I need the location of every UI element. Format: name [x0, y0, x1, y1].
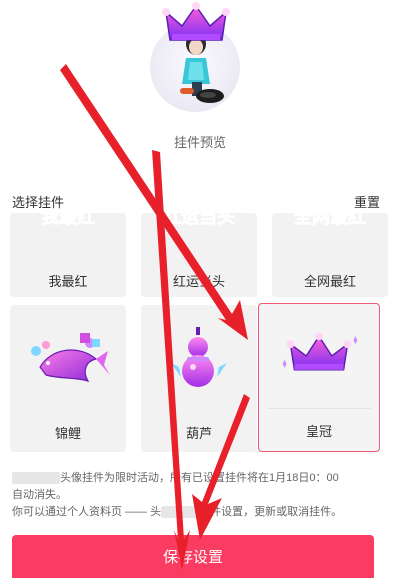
section-title: 选择挂件 [12, 195, 65, 210]
pendant-card-hulu[interactable]: 葫芦 [141, 305, 257, 452]
card-divider [267, 408, 371, 409]
koi-fish-icon [31, 333, 110, 382]
section-header: 选择挂件 重置 [12, 192, 380, 211]
reset-button[interactable]: 重置 [354, 192, 380, 211]
badge-art-text: 我最红 [41, 213, 95, 228]
text-badge-icon: 全网最红 [293, 213, 367, 228]
notice-line1: 头像挂件为限时活动，所有已设置挂件将在1月18日0：00 [60, 472, 339, 484]
blurred-text [161, 506, 200, 519]
notice-line3a: 你可以通过个人资料页 —— 头 [12, 506, 162, 518]
preview-label: 挂件预览 [173, 135, 226, 150]
notice-line3b: 挂件设置，更新或取消挂件。 [199, 506, 343, 518]
gourd-icon [171, 327, 227, 387]
badge-art-text: 红运当头 [163, 213, 235, 228]
pendant-card-huangguan[interactable]: 皇冠 [258, 303, 380, 452]
notice-text: 头像挂件为限时活动，所有已设置挂件将在1月18日0：00 自动消失。 你可以通过… [12, 470, 382, 521]
notice-line2: 自动消失。 [12, 489, 67, 501]
pendant-name: 我最红 [48, 274, 88, 289]
pendant-name: 葫芦 [185, 426, 212, 441]
crown-icon [282, 332, 358, 371]
text-badge-icon: 我最红 [41, 213, 96, 228]
pendant-card-jinli[interactable]: 锦鲤 [10, 305, 126, 452]
crown-icon [162, 2, 230, 41]
pendant-card-quanwangzuihong[interactable]: 全网最红 全网最红 [272, 213, 388, 297]
text-badge-icon: 红运当头 [163, 213, 236, 228]
pendant-card-wozuihong[interactable]: 我最红 我最红 [10, 213, 126, 297]
save-settings-button[interactable]: 保存设置 [12, 535, 374, 578]
blurred-text [12, 472, 60, 485]
pendant-name: 全网最红 [303, 274, 356, 289]
pendant-name: 红运当头 [172, 274, 225, 289]
pendant-name: 锦鲤 [54, 426, 81, 441]
pendant-card-hongyundangtou[interactable]: 红运当头 红运当头 [141, 213, 257, 297]
pendant-preview: 挂件预览 [0, 0, 400, 185]
badge-art-text: 全网最红 [293, 213, 366, 228]
pendant-name: 皇冠 [305, 424, 332, 439]
